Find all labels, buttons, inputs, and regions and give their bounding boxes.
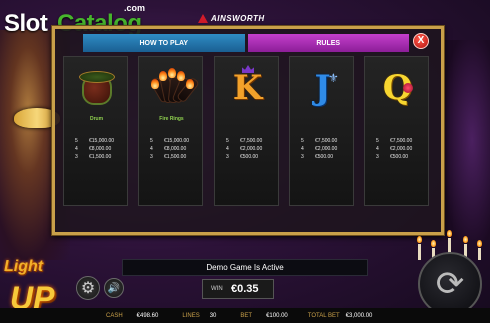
close-button[interactable]: X xyxy=(413,33,429,49)
pay-value: €500.00 xyxy=(240,154,259,160)
ainsworth-mark-icon xyxy=(198,13,208,23)
pay-count: 5 xyxy=(226,138,229,144)
drum-icon xyxy=(74,65,119,110)
lines-label: LINES xyxy=(182,312,200,319)
tab-rules[interactable]: RULES xyxy=(247,34,409,52)
card-payouts: 5 €7,500.00 4 €2,000.00 3 €500.00 xyxy=(376,137,431,161)
pay-count: 3 xyxy=(376,154,379,160)
win-label: WIN xyxy=(211,286,223,292)
lines-value: 30 xyxy=(209,312,217,319)
symbol-letter: K xyxy=(232,68,263,108)
symbol-letter: Q xyxy=(382,68,413,108)
paytable-card-drum: Drum 5 €15,000.00 4 €8,000.00 3 €1,500.00 xyxy=(63,56,128,206)
paytable-cards: Drum 5 €15,000.00 4 €8,000.00 3 €1,500.00 xyxy=(63,56,435,232)
speaker-icon: 🔊 xyxy=(107,282,121,294)
pay-value: €500.00 xyxy=(315,154,334,160)
pay-count: 3 xyxy=(226,154,229,160)
pay-value: €1,500.00 xyxy=(164,154,187,160)
pay-count: 4 xyxy=(75,146,78,152)
watermark-com: .com xyxy=(124,3,146,13)
pay-count: 4 xyxy=(301,146,304,152)
status-bar: CASH €498.60 LINES 30 BET €100.00 TOTAL … xyxy=(0,308,490,323)
pay-value: €500.00 xyxy=(390,154,409,160)
pay-value: €2,000.00 xyxy=(390,146,413,152)
pay-value: €8,000.00 xyxy=(89,146,112,152)
card-name: Fire Rings xyxy=(159,116,184,122)
pay-value: €2,000.00 xyxy=(315,146,338,152)
pay-value: €15,000.00 xyxy=(164,138,190,144)
demo-game-banner: Demo Game Is Active xyxy=(122,259,368,276)
card-payouts: 5 €15,000.00 4 €8,000.00 3 €1,500.00 xyxy=(150,137,205,161)
pay-count: 4 xyxy=(150,146,153,152)
fleur-de-lis-icon: ⚜ xyxy=(328,71,339,85)
paytable-card-q: Q 5 €7,500.00 4 €2,000.00 3 €500.00 xyxy=(364,56,429,206)
card-payouts: 5 €7,500.00 4 €2,000.00 3 €500.00 xyxy=(226,137,281,161)
fire-rings-icon xyxy=(149,65,200,110)
bet-label: BET xyxy=(240,312,253,319)
paytable-card-j: J ⚜ 5 €7,500.00 4 €2,000.00 3 €500.00 xyxy=(289,56,354,206)
queen-symbol-icon: Q xyxy=(375,65,420,110)
game-logo-line1: Light xyxy=(4,258,44,275)
win-display: WIN €0.35 xyxy=(202,279,274,299)
bet-value: €100.00 xyxy=(266,312,288,319)
pay-value: €7,500.00 xyxy=(390,138,413,144)
total-bet-label: TOTAL BET xyxy=(307,312,340,319)
card-payouts: 5 €7,500.00 4 €2,000.00 3 €500.00 xyxy=(301,137,356,161)
cash-value: €498.60 xyxy=(136,312,159,319)
tab-how-to-play[interactable]: HOW TO PLAY xyxy=(83,34,245,52)
paytable-panel: HOW TO PLAY RULES X Drum 5 €15,000.00 4 €8… xyxy=(52,26,444,235)
pay-count: 5 xyxy=(301,138,304,144)
pay-value: €7,500.00 xyxy=(315,138,338,144)
pay-value: €2,000.00 xyxy=(240,146,263,152)
spin-arrows-icon: ⟳ xyxy=(435,265,465,303)
pay-count: 5 xyxy=(75,138,78,144)
background-decoration xyxy=(445,40,490,240)
pay-count: 3 xyxy=(75,154,78,160)
card-payouts: 5 €15,000.00 4 €8,000.00 3 €1,500.00 xyxy=(75,137,130,161)
sound-toggle-button[interactable]: 🔊 xyxy=(104,278,124,298)
pay-count: 4 xyxy=(226,146,229,152)
paytable-card-fire-rings: Fire Rings 5 €15,000.00 4 €8,000.00 3 €1,50… xyxy=(138,56,203,206)
jack-symbol-icon: J ⚜ xyxy=(300,65,345,110)
settings-button[interactable]: ⚙ xyxy=(76,276,100,300)
total-bet-value: €3,000.00 xyxy=(345,312,373,319)
pay-value: €7,500.00 xyxy=(240,138,263,144)
pay-value: €8,000.00 xyxy=(164,146,187,152)
pay-count: 5 xyxy=(376,138,379,144)
pay-count: 5 xyxy=(150,138,153,144)
spin-button[interactable]: ⟳ xyxy=(418,252,482,316)
king-symbol-icon: K xyxy=(225,65,270,110)
pay-count: 3 xyxy=(150,154,153,160)
watermark-slot: Slot xyxy=(4,10,48,37)
pay-count: 3 xyxy=(301,154,304,160)
cash-label: CASH xyxy=(106,312,123,319)
pay-count: 4 xyxy=(376,146,379,152)
pay-value: €1,500.00 xyxy=(89,154,112,160)
gear-icon: ⚙ xyxy=(80,280,96,297)
ainsworth-logo: AINSWORTH xyxy=(198,12,282,24)
brand-name: AINSWORTH xyxy=(211,13,265,23)
paytable-card-k: K 5 €7,500.00 4 €2,000.00 3 €500.00 xyxy=(214,56,279,206)
pay-value: €15,000.00 xyxy=(89,138,115,144)
win-value: €0.35 xyxy=(231,283,259,295)
paytable-tabs: HOW TO PLAY RULES xyxy=(83,34,409,52)
rose-icon xyxy=(403,83,413,93)
card-name: Drum xyxy=(89,116,104,122)
